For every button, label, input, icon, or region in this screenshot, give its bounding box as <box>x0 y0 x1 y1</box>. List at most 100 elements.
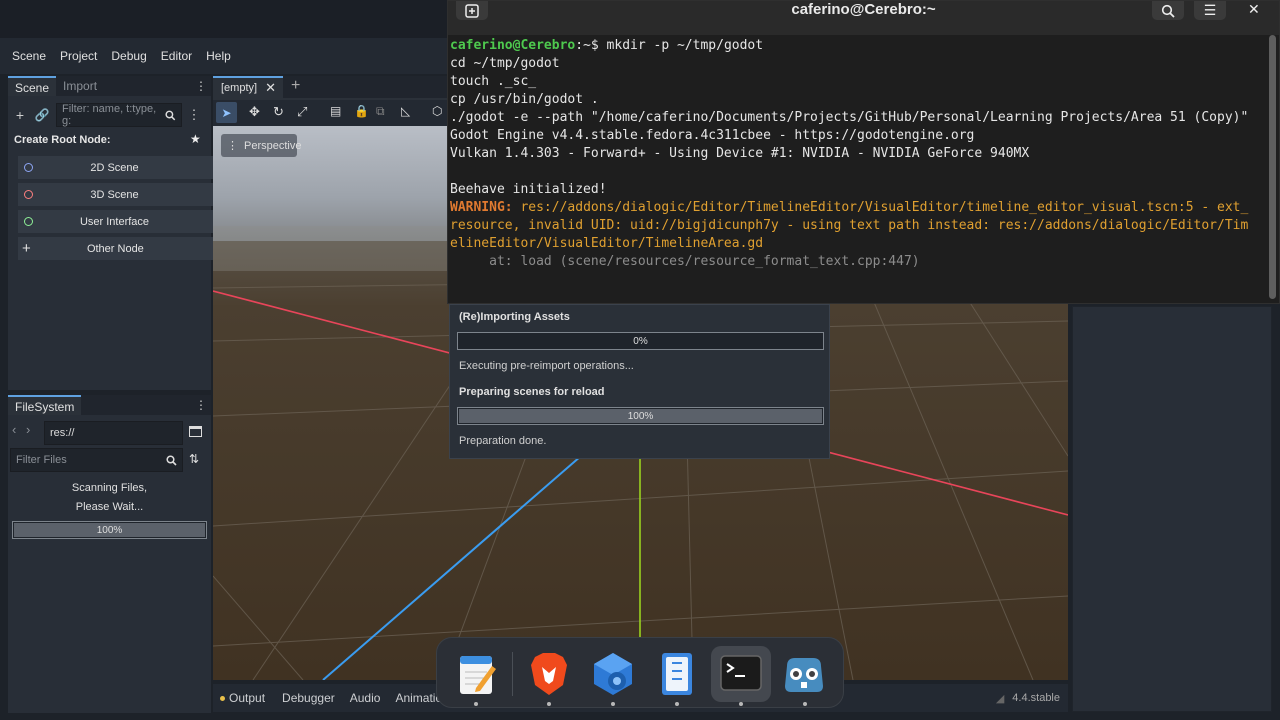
search-icon <box>166 454 177 466</box>
ruler-icon[interactable]: ◺ <box>401 104 410 118</box>
favorite-star-icon[interactable]: ★ <box>190 132 201 146</box>
hamburger-menu-icon[interactable]: ☰ <box>1194 1 1226 20</box>
step-title-2: Preparing scenes for reload <box>459 386 605 398</box>
software-settings-icon[interactable] <box>589 650 637 698</box>
terminal-titlebar: caferino@Cerebro:~ ☰ ✕ <box>448 1 1279 35</box>
file-archiver-icon[interactable] <box>653 650 701 698</box>
viewport-toolbar: ➤ ✥ ↻ ⤢ ▤ 🔒 ⧉ ◺ ⬡ <box>213 100 448 126</box>
group-icon[interactable]: ⧉ <box>376 104 385 119</box>
tab-scene[interactable]: Scene <box>8 76 57 96</box>
tab-debugger[interactable]: Debugger <box>282 691 335 705</box>
running-indicator <box>803 702 807 706</box>
scene-tab-bar: [empty] ✕ + <box>213 76 448 98</box>
forward-icon[interactable]: › <box>26 422 40 437</box>
sort-icon[interactable]: ⇅ <box>189 452 199 466</box>
brave-browser-icon[interactable] <box>525 650 573 698</box>
move-tool-icon[interactable]: ✥ <box>249 104 260 120</box>
menu-scene[interactable]: Scene <box>12 49 46 63</box>
control-icon <box>24 217 33 226</box>
lock-icon[interactable]: 🔒 <box>354 104 369 118</box>
scene-dock: Scene Import ⋮ + 🔗 Filter: name, t:type,… <box>8 76 214 390</box>
status-text-1: Executing pre-reimport operations... <box>459 360 634 372</box>
tab-output[interactable]: Output <box>220 691 265 705</box>
menu-help[interactable]: Help <box>206 49 231 63</box>
running-indicator <box>611 702 615 706</box>
kebab-menu-icon: ⋮ <box>227 140 238 152</box>
create-2d-scene-button[interactable]: 2D Scene <box>18 156 214 179</box>
back-icon[interactable]: ‹ <box>12 422 26 437</box>
scene-options-icon[interactable]: ⋮ <box>184 105 204 125</box>
scanning-message: Scanning Files, Please Wait... <box>71 482 148 513</box>
select-tool-icon[interactable]: ➤ <box>216 102 237 123</box>
create-root-label: Create Root Node: <box>14 134 111 146</box>
create-other-node-button[interactable]: + Other Node <box>18 237 214 260</box>
scale-tool-icon[interactable]: ⤢ <box>297 104 307 120</box>
list-select-icon[interactable]: ▤ <box>330 104 341 118</box>
running-indicator <box>739 702 743 706</box>
path-field[interactable]: res:// <box>44 421 183 445</box>
rotate-tool-icon[interactable]: ↻ <box>273 104 284 120</box>
filesystem-tabs: FileSystem ⋮ <box>8 395 211 415</box>
term-line: touch ._sc_ <box>450 74 537 89</box>
term-line: Godot Engine v4.4.stable.fedora.4c311cbe… <box>450 128 975 143</box>
term-line: cd ~/tmp/godot <box>450 56 560 71</box>
filter-files-input[interactable]: Filter Files <box>10 448 183 472</box>
dock-menu-icon[interactable]: ⋮ <box>191 76 211 96</box>
text-editor-icon[interactable] <box>452 650 500 698</box>
warning-label: WARNING: <box>450 200 513 215</box>
tab-filesystem[interactable]: FileSystem <box>8 395 82 415</box>
fs-nav: ‹ › <box>12 422 40 437</box>
add-node-icon[interactable]: + <box>10 105 30 125</box>
scene-tab-empty[interactable]: [empty] ✕ <box>213 76 283 98</box>
terminal-output[interactable]: caferino@Cerebro:~$ mkdir -p ~/tmp/godot… <box>448 35 1279 273</box>
search-icon <box>1161 4 1175 18</box>
app-dock <box>436 637 844 708</box>
running-indicator <box>547 702 551 706</box>
scene-dock-tabs: Scene Import ⋮ <box>8 76 211 96</box>
search-button[interactable] <box>1152 1 1184 20</box>
terminal-scrollbar[interactable] <box>1269 35 1276 299</box>
new-tab-button[interactable] <box>456 1 488 20</box>
tab-import[interactable]: Import <box>56 76 104 96</box>
version-label: 4.4.stable <box>1012 692 1060 704</box>
menu-debug[interactable]: Debug <box>111 49 146 63</box>
scene-filter-input[interactable]: Filter: name, t:type, g: <box>56 103 182 127</box>
reimport-progress-bar: 0% <box>457 332 824 350</box>
search-icon <box>165 110 176 120</box>
godot-menu-bar: Scene Project Debug Editor Help <box>0 38 448 74</box>
snap-icon[interactable]: ⬡ <box>432 104 442 118</box>
inspector-dock <box>1072 306 1272 712</box>
create-3d-scene-button[interactable]: 3D Scene <box>18 183 214 206</box>
dock-separator <box>512 652 513 696</box>
terminal-window: caferino@Cerebro:~ ☰ ✕ caferino@Cerebro:… <box>447 0 1280 304</box>
scan-progress-bar: 100% <box>12 521 207 539</box>
node3d-icon <box>24 190 33 199</box>
terminal-title: caferino@Cerebro:~ <box>791 0 936 18</box>
split-view-icon[interactable] <box>189 426 202 437</box>
link-icon[interactable]: 🔗 <box>32 105 52 125</box>
new-tab-icon[interactable]: + <box>291 77 300 95</box>
term-line: cp /usr/bin/godot . <box>450 92 599 107</box>
tab-audio[interactable]: Audio <box>350 691 381 705</box>
node2d-icon <box>24 163 33 172</box>
close-tab-icon[interactable]: ✕ <box>265 80 276 96</box>
close-window-icon[interactable]: ✕ <box>1248 1 1260 18</box>
dialog-title: (Re)Importing Assets <box>459 311 570 323</box>
output-warning-dot-icon <box>220 695 225 701</box>
create-user-interface-button[interactable]: User Interface <box>18 210 214 233</box>
plus-icon: + <box>22 240 31 257</box>
perspective-button[interactable]: ⋮ Perspective <box>221 134 301 157</box>
running-indicator <box>675 702 679 706</box>
term-line: Vulkan 1.4.303 - Forward+ - Using Device… <box>450 146 1030 161</box>
menu-project[interactable]: Project <box>60 49 97 63</box>
dock-menu-icon[interactable]: ⋮ <box>191 395 211 415</box>
running-indicator <box>474 702 478 706</box>
term-line: ./godot -e --path "/home/caferino/Docume… <box>450 110 1249 125</box>
update-spinner-icon: ◢ <box>995 692 1005 705</box>
at-line: at: load (scene/resources/resource_forma… <box>450 254 920 269</box>
reimport-progress-dialog: (Re)Importing Assets 0% Executing pre-re… <box>449 304 830 459</box>
terminal-icon[interactable] <box>711 646 771 702</box>
menu-editor[interactable]: Editor <box>161 49 192 63</box>
godot-icon[interactable] <box>780 650 828 698</box>
status-text-2: Preparation done. <box>459 435 547 447</box>
